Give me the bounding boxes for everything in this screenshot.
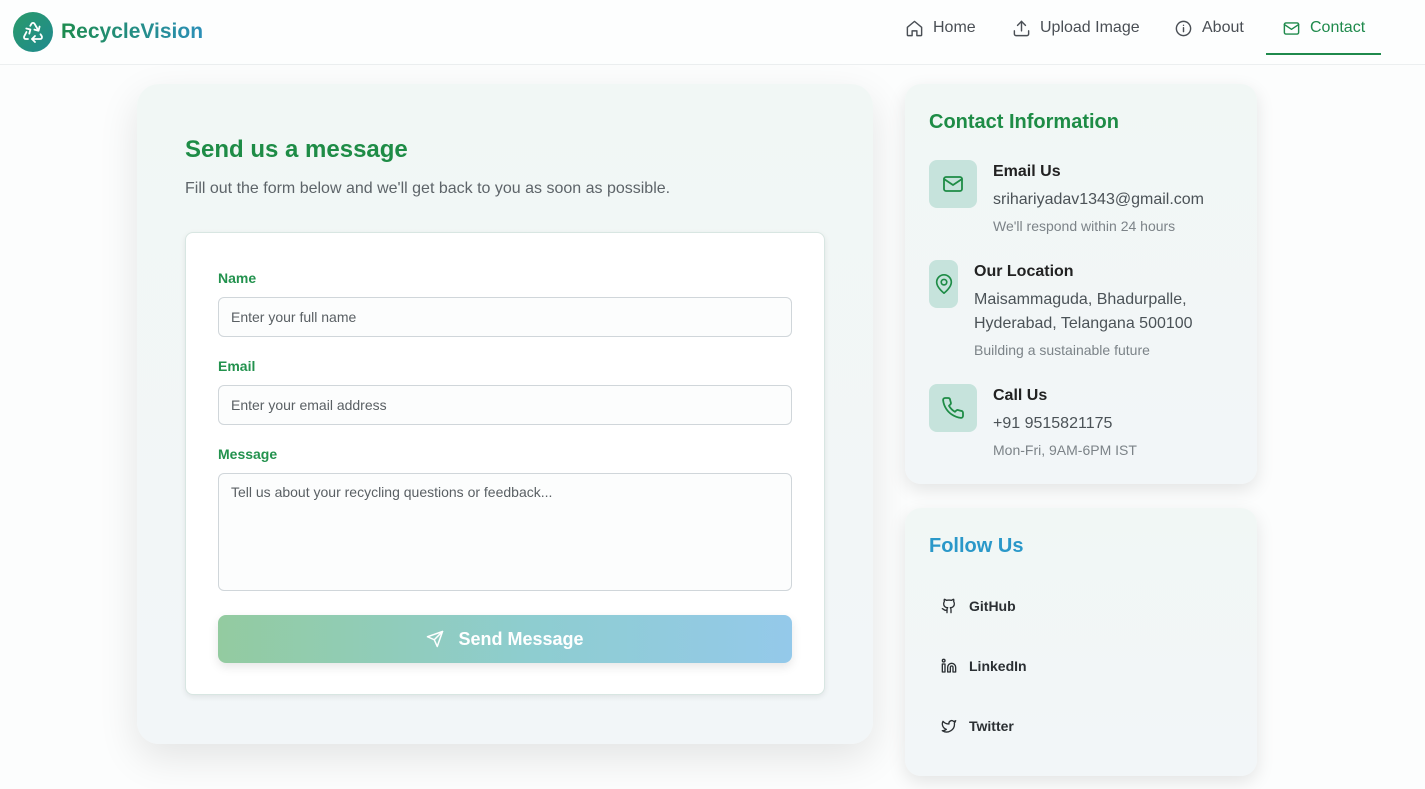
twitter-link[interactable]: Twitter <box>941 718 1014 734</box>
contact-form: Name Email Message Send Message <box>185 232 825 695</box>
github-link[interactable]: GitHub <box>941 598 1016 614</box>
twitter-icon <box>941 720 957 733</box>
form-title: Send us a message <box>185 136 408 163</box>
twitter-label: Twitter <box>969 718 1014 734</box>
brand-name: RecycleVision <box>61 20 204 43</box>
nav-upload-label: Upload Image <box>1040 19 1140 36</box>
email-heading: Email Us <box>993 163 1061 180</box>
nav-home[interactable]: Home <box>905 0 976 56</box>
send-message-button[interactable]: Send Message <box>218 615 792 663</box>
follow-us-card: Follow Us GitHub LinkedIn Twitter <box>905 508 1257 776</box>
location-line-1: Maisammaguda, Bhadurpalle, <box>974 291 1187 308</box>
upload-icon <box>1013 20 1030 36</box>
recycle-icon <box>13 12 53 52</box>
nav-contact-label: Contact <box>1310 19 1366 36</box>
phone-number[interactable]: +91 9515821175 <box>993 412 1112 436</box>
nav-about[interactable]: About <box>1174 0 1244 56</box>
send-message-label: Send Message <box>458 628 584 649</box>
mail-icon <box>1283 21 1300 35</box>
phone-icon <box>929 384 977 432</box>
contact-info-title: Contact Information <box>929 111 1119 133</box>
nav-upload-image[interactable]: Upload Image <box>1012 0 1140 56</box>
github-label: GitHub <box>969 598 1016 614</box>
phone-heading: Call Us <box>993 387 1048 404</box>
email-note: We'll respond within 24 hours <box>993 218 1176 234</box>
name-input[interactable] <box>218 297 792 337</box>
email-icon <box>929 160 977 208</box>
info-icon <box>1175 20 1192 36</box>
name-label: Name <box>218 270 257 286</box>
message-textarea[interactable] <box>218 473 792 591</box>
form-subtitle: Fill out the form below and we'll get ba… <box>185 180 671 197</box>
location-line-2: Hyderabad, Telangana 500100 <box>974 315 1193 332</box>
location-note: Building a sustainable future <box>974 342 1150 358</box>
top-navbar: RecycleVision Home Upload Image About Co… <box>0 0 1425 65</box>
active-tab-indicator <box>1266 53 1381 55</box>
location-pin-icon <box>929 260 958 308</box>
linkedin-label: LinkedIn <box>969 658 1027 674</box>
contact-info-card: Contact Information Email Us srihariyada… <box>905 84 1257 484</box>
email-input[interactable] <box>218 385 792 425</box>
nav-about-label: About <box>1202 19 1244 36</box>
nav-contact[interactable]: Contact <box>1282 0 1365 56</box>
location-heading: Our Location <box>974 263 1074 280</box>
email-label: Email <box>218 358 256 374</box>
message-label: Message <box>218 446 278 462</box>
message-form-card: Send us a message Fill out the form belo… <box>137 84 873 744</box>
home-icon <box>906 20 923 36</box>
linkedin-link[interactable]: LinkedIn <box>941 658 1027 674</box>
linkedin-icon <box>941 658 957 673</box>
email-address[interactable]: srihariyadav1343@gmail.com <box>993 188 1204 212</box>
phone-note: Mon-Fri, 9AM-6PM IST <box>993 442 1137 458</box>
github-icon <box>941 598 956 614</box>
brand-logo[interactable]: RecycleVision <box>13 12 203 52</box>
nav-home-label: Home <box>933 19 976 36</box>
send-icon <box>427 630 444 648</box>
follow-us-title: Follow Us <box>929 535 1024 557</box>
